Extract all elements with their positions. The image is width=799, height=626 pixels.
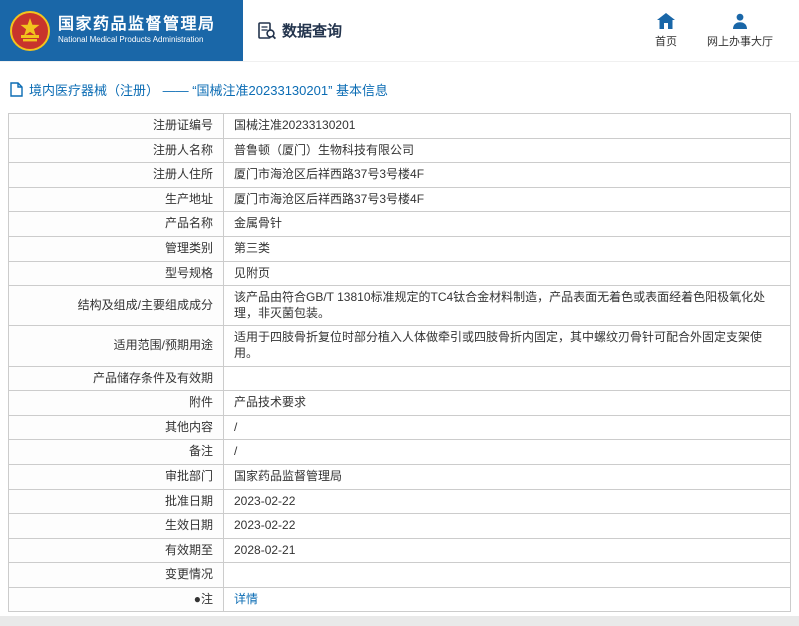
national-emblem-icon xyxy=(10,10,50,51)
page-title: 境内医疗器械（注册） —— “国械注准20233130201” 基本信息 xyxy=(29,83,389,98)
row-value: / xyxy=(223,439,791,465)
table-row: 型号规格 见附页 xyxy=(8,260,791,287)
table-row: 备注 / xyxy=(8,439,791,465)
table-row: 产品名称 金属骨针 xyxy=(8,211,791,237)
row-label: 产品储存条件及有效期 xyxy=(8,365,224,392)
nmpa-logo-block: 国家药品监督管理局 National Medical Products Admi… xyxy=(0,0,243,61)
row-label: 生产地址 xyxy=(8,186,224,213)
table-row: 管理类别 第三类 xyxy=(8,235,791,262)
row-label: 附件 xyxy=(8,390,224,416)
header: 国家药品监督管理局 National Medical Products Admi… xyxy=(0,0,799,62)
row-value: 适用于四肢骨折复位时部分植入人体做牵引或四肢骨折内固定，其中螺纹刃骨针可配合外固… xyxy=(223,325,791,367)
row-label: 其他内容 xyxy=(8,414,224,441)
row-value xyxy=(223,562,791,588)
table-row: 批准日期 2023-02-22 xyxy=(8,488,791,515)
table-row: 注册人名称 普鲁顿（厦门）生物科技有限公司 xyxy=(8,137,791,164)
nav-online-hall[interactable]: 网上办事大厅 xyxy=(707,13,773,49)
row-value: 产品技术要求 xyxy=(223,390,791,416)
data-query-icon xyxy=(258,21,277,39)
row-value: 厦门市海沧区后祥西路37号3号楼4F xyxy=(223,186,791,213)
table-row: 审批部门 国家药品监督管理局 xyxy=(8,463,791,490)
table-row: 注册证编号 国械注准20233130201 xyxy=(8,113,791,139)
row-value xyxy=(223,365,791,392)
nav-home[interactable]: 首页 xyxy=(655,12,677,49)
table-row: 生效日期 2023-02-22 xyxy=(8,513,791,539)
row-value: / xyxy=(223,414,791,441)
row-value: 该产品由符合GB/T 13810标准规定的TC4钛合金材料制造，产品表面无着色或… xyxy=(223,285,791,327)
org-names: 国家药品监督管理局 National Medical Products Admi… xyxy=(58,16,216,45)
row-value: 国械注准20233130201 xyxy=(223,113,791,139)
row-value: 2023-02-22 xyxy=(223,488,791,515)
nav-data-query-label: 数据查询 xyxy=(282,23,343,40)
row-value: 2028-02-21 xyxy=(223,537,791,564)
header-right-nav: 首页 网上办事大厅 xyxy=(655,0,799,61)
org-name-en: National Medical Products Administration xyxy=(58,35,204,45)
row-label: 备注 xyxy=(8,439,224,465)
row-label: 变更情况 xyxy=(8,562,224,588)
table-row: 附件 产品技术要求 xyxy=(8,390,791,416)
person-icon xyxy=(733,13,747,29)
row-label: 结构及组成/主要组成成分 xyxy=(8,285,224,327)
table-row: 结构及组成/主要组成成分 该产品由符合GB/T 13810标准规定的TC4钛合金材… xyxy=(8,285,791,327)
row-label: 审批部门 xyxy=(8,463,224,490)
home-icon xyxy=(657,12,675,29)
row-value: 第三类 xyxy=(223,235,791,262)
row-label: 型号规格 xyxy=(8,260,224,287)
table-row: 生产地址 厦门市海沧区后祥西路37号3号楼4F xyxy=(8,186,791,213)
detail-link[interactable]: 详情 xyxy=(234,592,258,606)
document-icon xyxy=(10,82,23,97)
row-label: 批准日期 xyxy=(8,488,224,515)
row-value: 详情 xyxy=(223,586,791,613)
table-row: 其他内容 / xyxy=(8,414,791,441)
row-label: 管理类别 xyxy=(8,235,224,262)
row-label: 有效期至 xyxy=(8,537,224,564)
row-value: 普鲁顿（厦门）生物科技有限公司 xyxy=(223,137,791,164)
row-label: 生效日期 xyxy=(8,513,224,539)
row-value: 见附页 xyxy=(223,260,791,287)
nav-home-label: 首页 xyxy=(655,35,677,48)
nav-data-query[interactable]: 数据查询 xyxy=(257,20,342,41)
table-row: 产品储存条件及有效期 xyxy=(8,365,791,392)
row-label: 注册人名称 xyxy=(8,137,224,164)
table-row: 变更情况 xyxy=(8,562,791,588)
row-label: 注册人住所 xyxy=(8,162,224,188)
row-value: 2023-02-22 xyxy=(223,513,791,539)
breadcrumb: 境内医疗器械（注册） —— “国械注准20233130201” 基本信息 xyxy=(0,62,799,113)
row-value: 厦门市海沧区后祥西路37号3号楼4F xyxy=(223,162,791,188)
table-row: ●注 详情 xyxy=(8,586,791,613)
table-row: 注册人住所 厦门市海沧区后祥西路37号3号楼4F xyxy=(8,162,791,188)
table-row: 有效期至 2028-02-21 xyxy=(8,537,791,564)
nav-online-hall-label: 网上办事大厅 xyxy=(707,35,773,48)
registration-info-table: 注册证编号 国械注准20233130201 注册人名称 普鲁顿（厦门）生物科技有限公司… xyxy=(8,113,791,613)
org-name-cn: 国家药品监督管理局 xyxy=(58,15,216,33)
row-value: 金属骨针 xyxy=(223,211,791,237)
row-label: ●注 xyxy=(8,586,224,613)
row-value: 国家药品监督管理局 xyxy=(223,463,791,490)
row-label: 适用范围/预期用途 xyxy=(8,325,224,367)
footer-strip xyxy=(0,616,799,626)
row-label: 注册证编号 xyxy=(8,113,224,139)
table-row: 适用范围/预期用途 适用于四肢骨折复位时部分植入人体做牵引或四肢骨折内固定，其中螺… xyxy=(8,325,791,367)
row-label: 产品名称 xyxy=(8,211,224,237)
